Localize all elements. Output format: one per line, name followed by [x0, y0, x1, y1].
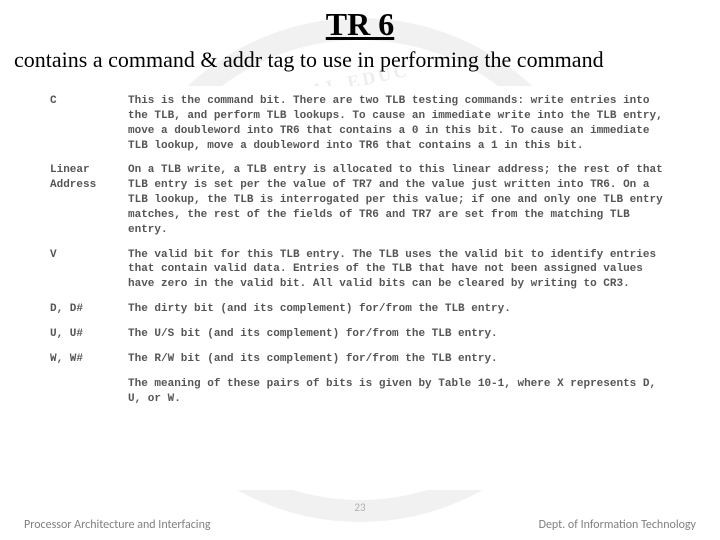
field-desc: The valid bit for this TLB entry. The TL… [128, 248, 670, 293]
field-name: C [50, 94, 128, 153]
slide: AL EDUC Y · PUN TR 6 contains a command … [0, 0, 720, 540]
field-name: W, W# [50, 352, 128, 367]
table-row: U, U# The U/S bit (and its complement) f… [50, 327, 670, 342]
field-name: Linear Address [50, 163, 128, 237]
field-name: V [50, 248, 128, 293]
field-desc: On a TLB write, a TLB entry is allocated… [128, 163, 670, 237]
table-row: C This is the command bit. There are two… [50, 94, 670, 153]
footer-left: Processor Architecture and Interfacing [24, 518, 211, 532]
field-desc: The dirty bit (and its complement) for/f… [128, 302, 670, 317]
table-row: W, W# The R/W bit (and its complement) f… [50, 352, 670, 367]
field-name: U, U# [50, 327, 128, 342]
page-title: TR 6 [0, 0, 720, 43]
field-name: D, D# [50, 302, 128, 317]
field-desc: The U/S bit (and its complement) for/fro… [128, 327, 670, 342]
field-table: C This is the command bit. There are two… [38, 86, 682, 490]
field-desc: The R/W bit (and its complement) for/fro… [128, 352, 670, 367]
table-note: The meaning of these pairs of bits is gi… [128, 377, 670, 407]
page-subtitle: contains a command & addr tag to use in … [0, 43, 720, 73]
page-number: 23 [354, 501, 365, 514]
table-row: D, D# The dirty bit (and its complement)… [50, 302, 670, 317]
table-row: Linear Address On a TLB write, a TLB ent… [50, 163, 670, 237]
table-row: V The valid bit for this TLB entry. The … [50, 248, 670, 293]
footer-right: Dept. of Information Technology [539, 518, 696, 532]
field-desc: This is the command bit. There are two T… [128, 94, 670, 153]
footer: Processor Architecture and Interfacing D… [0, 518, 720, 532]
